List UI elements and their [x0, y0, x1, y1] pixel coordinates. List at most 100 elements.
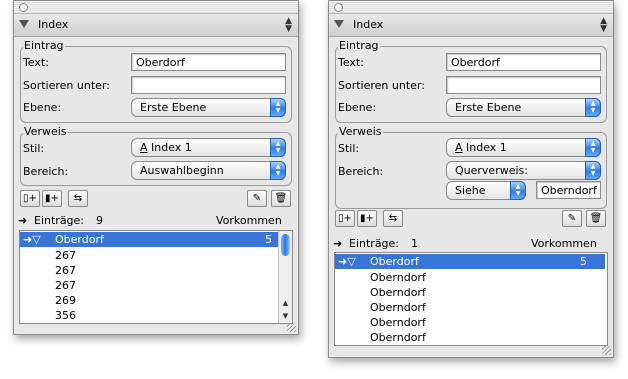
reference-group-label: Verweis — [23, 125, 68, 138]
see-popup-value: Siehe — [455, 184, 486, 197]
palette-tab[interactable]: Index ▲ ▼ — [14, 14, 298, 37]
close-icon[interactable] — [19, 3, 28, 12]
cross-reference-field[interactable]: Oberndorf — [536, 181, 601, 199]
find-entry-icon[interactable]: ⇆ — [68, 190, 88, 207]
list-item[interactable]: Oberndorf — [370, 285, 426, 300]
entry-group-label: Eintrag — [23, 39, 65, 52]
palette-menu-icon[interactable]: ▲ ▼ — [285, 17, 292, 34]
text-field[interactable]: Oberdorf — [131, 53, 286, 71]
list-item[interactable]: 267 — [55, 278, 76, 293]
entries-header: ➜ Einträge: 9 Vorkommen — [14, 212, 298, 228]
entries-list[interactable]: ➜▽ Oberdorf 5 267 267 267 269 356 ▲ ▼ — [19, 230, 293, 324]
popup-arrows-icon: ▲ ▼ — [270, 161, 286, 180]
range-popup-value: Auswahlbeginn — [140, 164, 224, 177]
text-field[interactable]: Oberdorf — [446, 53, 601, 71]
style-popup[interactable]: A Index 1 ▲ ▼ — [446, 138, 601, 157]
level-popup-value: Erste Ebene — [455, 101, 522, 114]
popup-arrows-icon: ▲ ▼ — [585, 98, 601, 117]
entry-count: 5 — [265, 233, 272, 246]
level-popup[interactable]: Erste Ebene ▲ ▼ — [131, 98, 286, 117]
list-item[interactable]: Oberndorf — [370, 315, 426, 330]
edit-pencil-icon[interactable]: ✎ — [247, 190, 267, 207]
entries-count: 1 — [411, 237, 418, 250]
popup-arrows-icon: ▲ ▼ — [270, 98, 286, 117]
popup-arrows-icon: ▲ ▼ — [585, 161, 601, 180]
add-all-entries-icon[interactable]: ▮+ — [42, 190, 62, 207]
index-palette-left: Index ▲ ▼ Eintrag Text: Oberdorf Sortiere… — [13, 0, 299, 335]
entry-name: Oberdorf — [55, 233, 104, 246]
range-label: Bereich: — [23, 165, 69, 178]
popup-arrows-icon: ▲ ▼ — [510, 181, 526, 200]
add-entry-icon[interactable]: ▯+ — [335, 210, 355, 227]
style-popup-value: A Index 1 — [140, 141, 192, 154]
collapse-triangle-icon[interactable] — [334, 20, 344, 28]
palette-title: Index — [353, 18, 384, 31]
add-entry-icon[interactable]: ▯+ — [20, 190, 40, 207]
entry-group-label: Eintrag — [338, 39, 380, 52]
list-item[interactable]: 269 — [55, 293, 76, 308]
style-popup-text: Index 1 — [151, 141, 192, 154]
list-item[interactable]: 356 — [55, 308, 76, 323]
scroll-thumb[interactable] — [281, 234, 290, 256]
range-popup[interactable]: Querverweis: ▲ ▼ — [446, 161, 601, 180]
palette-titlebar[interactable] — [14, 1, 298, 14]
reference-group-label: Verweis — [338, 125, 383, 138]
occurrences-label: Vorkommen — [216, 214, 282, 227]
find-entry-icon[interactable]: ⇆ — [383, 210, 403, 227]
list-item[interactable]: 267 — [55, 248, 76, 263]
resize-grip-icon[interactable] — [287, 323, 296, 332]
entry-name: Oberdorf — [370, 255, 419, 268]
list-item[interactable]: 267 — [55, 263, 76, 278]
palette-menu-icon[interactable]: ▲ ▼ — [600, 17, 607, 34]
trash-icon[interactable]: 🗑 — [586, 210, 606, 227]
range-popup-value: Querverweis: — [455, 164, 528, 177]
entries-label: Einträge: — [349, 237, 400, 250]
level-popup[interactable]: Erste Ebene ▲ ▼ — [446, 98, 601, 117]
level-label: Ebene: — [338, 101, 377, 114]
text-label: Text: — [23, 56, 49, 69]
close-icon[interactable] — [334, 3, 343, 12]
entries-count: 9 — [96, 214, 103, 227]
popup-arrows-icon: ▲ ▼ — [585, 138, 601, 157]
edit-pencil-icon[interactable]: ✎ — [562, 210, 582, 227]
popup-arrows-icon: ▲ ▼ — [270, 138, 286, 157]
trash-icon[interactable]: 🗑 — [271, 190, 291, 207]
character-style-icon: A — [140, 141, 148, 154]
sort-label: Sortieren unter: — [23, 79, 110, 92]
see-popup[interactable]: Siehe ▲ ▼ — [446, 181, 526, 200]
list-item-selected[interactable]: ➜▽ Oberdorf 5 — [20, 232, 278, 247]
style-label: Stil: — [23, 142, 45, 155]
style-label: Stil: — [338, 142, 360, 155]
list-item[interactable]: Oberndorf — [370, 330, 426, 345]
text-label: Text: — [338, 56, 364, 69]
collapse-triangle-icon[interactable] — [19, 20, 29, 28]
sort-field[interactable] — [446, 76, 601, 94]
style-popup[interactable]: A Index 1 ▲ ▼ — [131, 138, 286, 157]
entries-arrow-icon: ➜ — [18, 214, 28, 227]
range-popup[interactable]: Auswahlbeginn ▲ ▼ — [131, 161, 286, 180]
expand-arrow-icon[interactable]: ➜▽ — [23, 232, 41, 247]
list-item[interactable]: Oberndorf — [370, 270, 426, 285]
list-item[interactable]: Oberndorf — [370, 300, 426, 315]
add-all-entries-icon[interactable]: ▮+ — [357, 210, 377, 227]
expand-arrow-icon[interactable]: ➜▽ — [338, 254, 356, 269]
style-popup-text: Index 1 — [466, 141, 507, 154]
entries-arrow-icon: ➜ — [333, 237, 343, 250]
sort-field[interactable] — [131, 76, 286, 94]
palette-title: Index — [38, 18, 69, 31]
character-style-icon: A — [455, 141, 463, 154]
level-label: Ebene: — [23, 101, 62, 114]
sort-label: Sortieren unter: — [338, 79, 425, 92]
entry-count: 5 — [580, 255, 587, 268]
palette-tab[interactable]: Index ▲ ▼ — [329, 14, 613, 37]
entries-list[interactable]: ➜▽ Oberdorf 5 Oberndorf Oberndorf Obernd… — [334, 252, 608, 346]
index-palette-right: Index ▲ ▼ Eintrag Text: Oberdorf Sortiere… — [328, 0, 614, 358]
entries-header: ➜ Einträge: 1 Vorkommen — [329, 235, 613, 251]
scroll-down-icon[interactable]: ▼ — [279, 310, 292, 323]
level-popup-value: Erste Ebene — [140, 101, 207, 114]
scroll-up-icon[interactable]: ▲ — [279, 297, 292, 310]
vertical-scrollbar[interactable]: ▲ ▼ — [278, 231, 292, 323]
resize-grip-icon[interactable] — [602, 346, 611, 355]
palette-titlebar[interactable] — [329, 1, 613, 14]
list-item-selected[interactable]: ➜▽ Oberdorf 5 — [335, 254, 605, 269]
